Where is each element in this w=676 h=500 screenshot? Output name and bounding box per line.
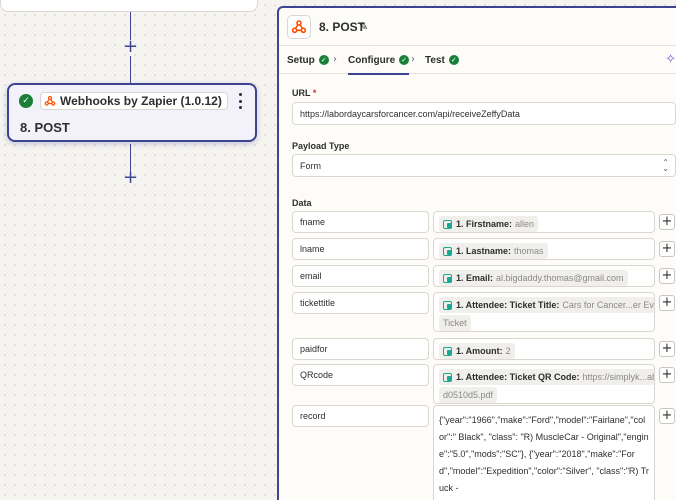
data-value-input[interactable]: 1. Attendee: Ticket QR Code: https://simp… [433, 364, 655, 404]
insert-field-button[interactable]: + [659, 241, 675, 257]
chevron-right-icon: › [411, 54, 415, 65]
step-title: 8. POST [20, 120, 70, 135]
data-value-input[interactable]: 1. Firstname: allen [433, 211, 655, 233]
formatter-icon [443, 372, 453, 382]
formatter-icon [443, 346, 453, 356]
field-pill[interactable]: 1. Firstname: allen [439, 216, 539, 232]
formatter-icon [443, 246, 453, 256]
connector-line [130, 56, 131, 83]
add-step-plus-icon[interactable]: + [123, 169, 138, 187]
field-pill-sample-continued: d0510d5.pdf [439, 387, 498, 403]
insert-field-button[interactable]: + [659, 268, 675, 284]
data-key-input[interactable]: tickettitle [292, 292, 429, 314]
field-pill[interactable]: 1. Lastname: thomas [439, 243, 548, 259]
tab-label: Test [425, 54, 445, 66]
data-label: Data [292, 198, 312, 208]
field-pill[interactable]: 1. Email: al.bigdaddy.thomas@gmail.com [439, 270, 628, 286]
webhook-app-icon [287, 15, 311, 39]
field-pill-label: 1. Email: [456, 273, 494, 283]
formatter-icon [443, 219, 453, 229]
payload-type-select[interactable]: Form ⌃ ⌄ [292, 154, 676, 177]
data-key-text: tickettitle [300, 298, 336, 308]
field-pill-label: 1. Attendee: Ticket Title: [456, 300, 560, 310]
tab-setup[interactable]: Setup ✓ [287, 46, 329, 74]
field-pill-label: 1. Firstname: [456, 219, 513, 229]
check-icon: ✓ [399, 55, 410, 65]
url-value: https://labordaycarsforcancer.com/api/re… [300, 108, 520, 119]
chevron-up-down-icon: ⌃ ⌄ [662, 158, 669, 173]
data-key-text: record [300, 411, 326, 421]
url-input[interactable]: https://labordaycarsforcancer.com/api/re… [292, 102, 676, 125]
url-label-text: URL [292, 88, 311, 98]
field-pill-label: 1. Attendee: Ticket QR Code: [456, 372, 580, 382]
insert-field-button[interactable]: + [659, 367, 675, 383]
field-pill-sample: al.bigdaddy.thomas@gmail.com [496, 273, 624, 283]
step-card-post[interactable]: ✓ Webhooks by Zapier (1.0.12) 8. POST [7, 83, 257, 142]
panel-tabs: Setup ✓ › Configure ✓ › Test ✓ ✧ [279, 46, 676, 75]
field-pill[interactable]: 1. Amount: 2 [439, 343, 515, 359]
record-json-text: {"year":"1966","make":"Ford","model":"Fa… [439, 415, 649, 493]
tab-test[interactable]: Test ✓ [425, 46, 459, 74]
data-value-input[interactable]: 1. Amount: 2 [433, 338, 655, 360]
data-value-textarea[interactable]: {"year":"1966","make":"Ford","model":"Fa… [433, 405, 655, 500]
data-key-input[interactable]: paidfor [292, 338, 429, 360]
sparkle-icon[interactable]: ✧ [665, 52, 676, 67]
field-pill-sample: allen [515, 219, 535, 229]
chevron-right-icon: › [333, 54, 337, 65]
formatter-icon [443, 273, 453, 283]
data-key-input[interactable]: fname [292, 211, 429, 233]
data-key-input[interactable]: QRcode [292, 364, 429, 386]
formatter-icon [443, 300, 453, 310]
data-value-input[interactable]: 1. Email: al.bigdaddy.thomas@gmail.com [433, 265, 655, 287]
field-pill-sample-continued: Ticket [439, 315, 471, 331]
tab-label: Configure [348, 54, 396, 66]
data-key-input[interactable]: lname [292, 238, 429, 260]
webhook-icon [291, 20, 307, 34]
field-pill-label: 1. Lastname: [456, 246, 512, 256]
url-label: URL * [292, 88, 316, 98]
data-key-text: email [300, 271, 322, 281]
data-key-input[interactable]: email [292, 265, 429, 287]
webhook-icon [44, 95, 56, 106]
check-icon: ✓ [448, 55, 459, 65]
tab-configure[interactable]: Configure ✓ [348, 46, 410, 75]
field-pill[interactable]: 1. Attendee: Ticket QR Code: https://simp… [439, 369, 654, 385]
add-step-plus-icon[interactable]: + [123, 38, 138, 56]
data-key-text: QRcode [300, 370, 334, 380]
edit-pencil-icon[interactable]: ✎ [359, 20, 368, 33]
insert-field-button[interactable]: + [659, 341, 675, 357]
field-pill-label: 1. Amount: [456, 346, 503, 356]
data-key-text: lname [300, 244, 325, 254]
data-value-input[interactable]: 1. Attendee: Ticket Title: Cars for Cance… [433, 292, 655, 332]
field-pill-sample: thomas [514, 246, 544, 256]
insert-field-button[interactable]: + [659, 295, 675, 311]
tab-label: Setup [287, 54, 315, 66]
data-value-input[interactable]: 1. Lastname: thomas [433, 238, 655, 260]
more-options-icon[interactable] [237, 93, 243, 109]
insert-field-button[interactable]: + [659, 214, 675, 230]
panel-header: 8. POST ✎ [279, 8, 676, 46]
payload-type-value: Form [300, 160, 321, 171]
field-pill-sample: Cars for Cancer...er Event [562, 300, 654, 310]
field-pill-sample: https://simplyk...ab89 [582, 372, 654, 382]
app-chip-label: Webhooks by Zapier (1.0.12) [60, 94, 222, 108]
required-mark: * [312, 88, 317, 98]
data-key-text: paidfor [300, 344, 328, 354]
field-pill[interactable]: 1. Attendee: Ticket Title: Cars for Cance… [439, 297, 654, 313]
check-icon: ✓ [318, 55, 329, 65]
check-icon: ✓ [19, 94, 33, 108]
insert-field-button[interactable]: + [659, 408, 675, 424]
data-key-input[interactable]: record [292, 405, 429, 427]
data-key-text: fname [300, 217, 326, 227]
app-chip: Webhooks by Zapier (1.0.12) [40, 92, 228, 110]
previous-step-card[interactable] [0, 0, 258, 12]
payload-type-label: Payload Type [292, 141, 350, 151]
field-pill-sample: 2 [505, 346, 511, 356]
step-editor-panel: 8. POST ✎ Setup ✓ › Configure ✓ › Test ✓… [277, 6, 676, 500]
